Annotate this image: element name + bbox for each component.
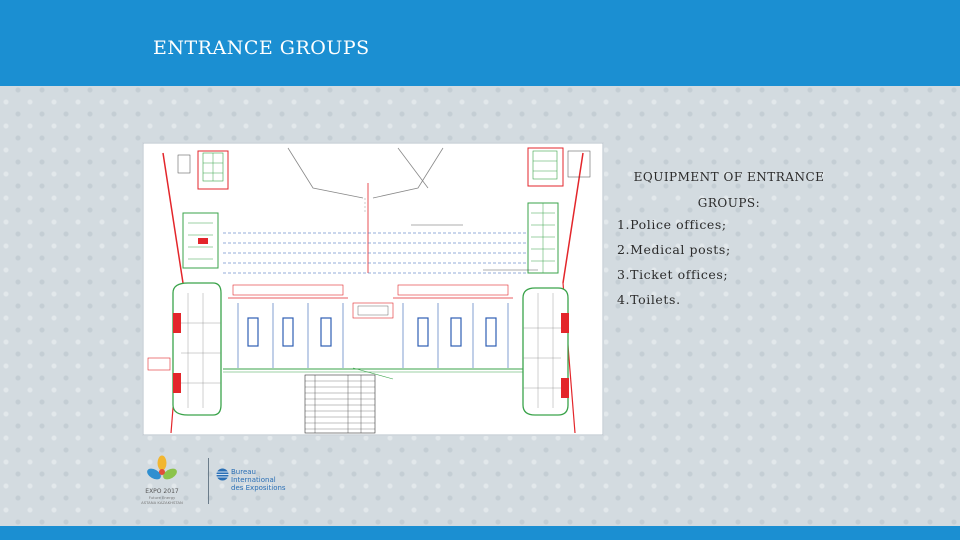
header-bar: ENTRANCE GROUPS [0, 0, 960, 86]
list-item-text: Ticket offices; [630, 267, 729, 282]
page-title: ENTRANCE GROUPS [153, 37, 370, 59]
equipment-list: 1.Police offices; 2.Medical posts; 3.Tic… [617, 212, 731, 312]
expo-2017-logo-icon [147, 455, 177, 480]
list-item-number: 4. [617, 292, 631, 307]
logo-divider [208, 458, 209, 504]
top-left-tower [177, 150, 229, 190]
list-item-text: Toilets. [630, 292, 681, 307]
left-pavilion [147, 282, 222, 416]
list-item-text: Medical posts; [630, 242, 731, 257]
right-wedge [527, 202, 559, 274]
list-item-number: 2. [617, 242, 631, 257]
list-item-text: Police offices; [630, 217, 727, 232]
list-item-number: 3. [617, 267, 631, 282]
plan-drawing-svg [143, 143, 603, 435]
bie-line-1: Bureau [231, 468, 256, 476]
list-item-number: 1. [617, 217, 631, 232]
bie-line-2: International [231, 476, 276, 484]
check-lanes [223, 284, 523, 380]
equipment-heading: EQUIPMENT OF ENTRANCE GROUPS: [633, 170, 825, 210]
left-wedge [182, 212, 219, 269]
bie-globe-icon [216, 468, 229, 481]
list-item: 4.Toilets. [617, 287, 731, 312]
footer-logos: EXPO 2017 Future Energy ASTANA KAZAKHSTA… [140, 455, 320, 511]
expo-logo-location: ASTANA KAZAKHSTAN [141, 500, 183, 505]
list-item: 3.Ticket offices; [617, 262, 731, 287]
expo-2017-logo: EXPO 2017 Future Energy ASTANA KAZAKHSTA… [140, 455, 184, 511]
list-item: 2.Medical posts; [617, 237, 731, 262]
right-pavilion [522, 287, 569, 416]
list-item: 1.Police offices; [617, 212, 731, 237]
bie-line-3: des Expositions [231, 484, 286, 492]
bie-logo-text: Bureau International des Expositions [231, 468, 301, 492]
legend-table [304, 374, 376, 434]
dashed-queue-lines [223, 224, 538, 274]
bottom-bar [0, 526, 960, 540]
entrance-plan-drawing [142, 142, 604, 436]
bie-logo: Bureau International des Expositions [216, 468, 326, 494]
